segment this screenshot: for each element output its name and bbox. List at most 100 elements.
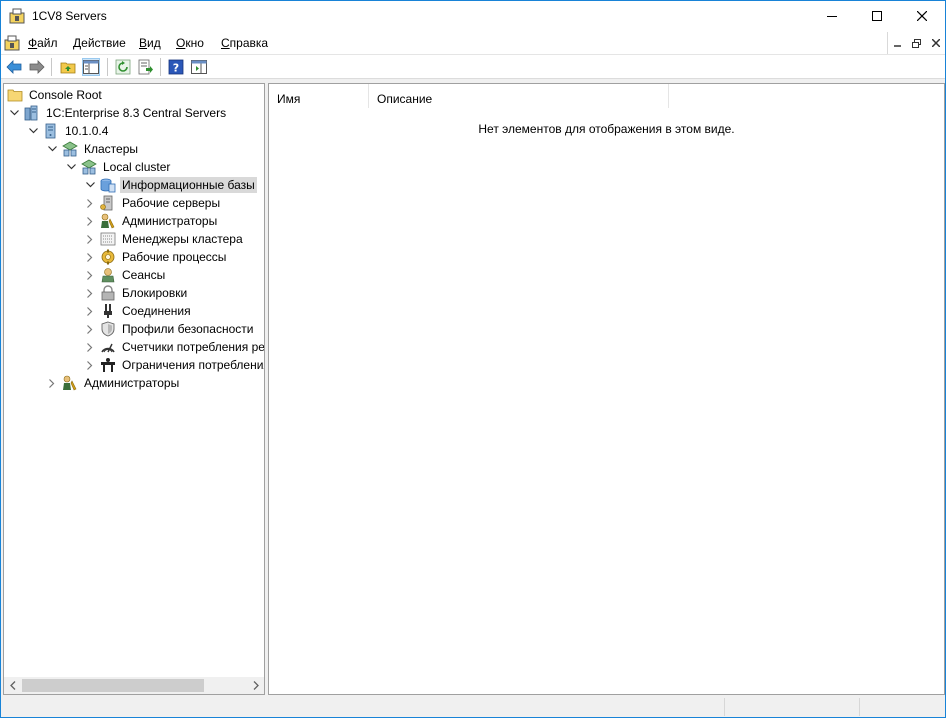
chevron-left-icon <box>9 681 15 690</box>
administrators-icon <box>101 213 115 229</box>
tree-node-working-servers[interactable]: Рабочие серверы <box>83 194 222 212</box>
back-button[interactable] <box>5 58 23 76</box>
mdi-close-button[interactable] <box>929 36 943 50</box>
console-icon[interactable] <box>4 35 20 51</box>
show-hide-tree-icon <box>83 60 99 74</box>
menu-file-label: айл <box>37 36 58 50</box>
cluster-managers-icon <box>100 232 116 246</box>
tree-label: Console Root <box>29 88 102 102</box>
tree-node-sessions[interactable]: Сеансы <box>83 266 167 284</box>
tree-node-administrators[interactable]: Администраторы <box>83 212 219 230</box>
action-pane-button[interactable] <box>190 58 208 76</box>
close-icon <box>917 11 927 21</box>
collapsed-chevron-icon[interactable] <box>83 304 97 318</box>
gauge-icon <box>101 343 115 353</box>
tree-node-connections[interactable]: Соединения <box>83 302 193 320</box>
collapsed-chevron-icon[interactable] <box>83 196 97 210</box>
menu-window[interactable]: Окно <box>176 36 204 50</box>
menu-help[interactable]: Справка <box>221 36 268 50</box>
tree-node-resource-limits[interactable]: Ограничения потребления ресурсов <box>83 356 265 374</box>
tree-node-working-processes[interactable]: Рабочие процессы <box>83 248 228 266</box>
restore-icon <box>912 38 921 48</box>
expanded-chevron-icon[interactable] <box>64 160 78 174</box>
tree-label: Менеджеры кластера <box>122 232 243 246</box>
maximize-button[interactable] <box>854 1 900 31</box>
tree-label: Профили безопасности <box>122 322 254 336</box>
refresh-icon <box>115 59 131 75</box>
app-icon <box>9 8 25 24</box>
title-bar: 1CV8 Servers <box>1 1 945 31</box>
collapsed-chevron-icon[interactable] <box>83 286 97 300</box>
close-icon <box>931 39 940 47</box>
tree-node-console-root[interactable]: Console Root <box>7 86 104 104</box>
close-button[interactable] <box>899 1 945 31</box>
connections-icon <box>104 304 112 318</box>
tree-node-server-administrators[interactable]: Администраторы <box>45 374 181 392</box>
minimize-button[interactable] <box>809 1 855 31</box>
expanded-chevron-icon[interactable] <box>26 124 40 138</box>
tree-label: Кластеры <box>84 142 138 156</box>
up-folder-icon <box>60 62 76 74</box>
tree-node-local-cluster[interactable]: Local cluster <box>64 158 172 176</box>
up-level-button[interactable] <box>59 58 77 76</box>
toolbar-separator <box>160 58 161 76</box>
export-list-button[interactable] <box>137 58 155 76</box>
column-name-header[interactable]: Имя <box>269 84 369 108</box>
collapsed-chevron-icon[interactable] <box>83 340 97 354</box>
tree-node-cluster-managers[interactable]: Менеджеры кластера <box>83 230 245 248</box>
show-hide-tree-button[interactable] <box>82 58 100 76</box>
status-cell <box>724 698 859 716</box>
help-button[interactable]: ? <box>167 58 185 76</box>
expanded-chevron-icon[interactable] <box>7 106 21 120</box>
lock-icon <box>101 285 115 301</box>
collapsed-chevron-icon[interactable] <box>83 250 97 264</box>
menu-action[interactable]: Действие <box>73 36 126 50</box>
mdi-minimize-button[interactable] <box>891 36 905 50</box>
database-icon <box>100 178 116 193</box>
tree-node-security-profiles[interactable]: Профили безопасности <box>83 320 255 338</box>
menu-file[interactable]: Файл <box>28 36 58 50</box>
servers-icon <box>24 105 38 121</box>
tree-node-server[interactable]: 10.1.0.4 <box>26 122 110 140</box>
menu-view[interactable]: Вид <box>139 36 161 50</box>
mdi-restore-button[interactable] <box>910 36 924 50</box>
tree-label: Счетчики потребления ресурсов <box>122 340 265 354</box>
mdi-controls <box>887 32 945 54</box>
scroll-thumb[interactable] <box>22 679 204 692</box>
tree-node-central-servers[interactable]: 1C:Enterprise 8.3 Central Servers <box>7 104 228 122</box>
expanded-chevron-icon[interactable] <box>45 142 59 156</box>
collapsed-chevron-icon[interactable] <box>83 358 97 372</box>
tree-node-locks[interactable]: Блокировки <box>83 284 189 302</box>
expanded-chevron-icon[interactable] <box>83 178 97 192</box>
collapsed-chevron-icon[interactable] <box>83 214 97 228</box>
tree-node-resource-counters[interactable]: Счетчики потребления ресурсов <box>83 338 265 356</box>
column-description-header[interactable]: Описание <box>369 84 669 108</box>
tree-label: Администраторы <box>84 376 180 390</box>
chevron-right-icon <box>253 681 259 690</box>
toolbar-separator <box>107 58 108 76</box>
back-icon <box>6 60 22 74</box>
collapsed-chevron-icon[interactable] <box>83 268 97 282</box>
refresh-button[interactable] <box>114 58 132 76</box>
tree-pane[interactable]: Console Root 1C:Enterprise 8.3 Central S… <box>3 83 265 695</box>
tree-node-infobases[interactable]: Информационные базы <box>83 176 257 194</box>
status-cell <box>859 698 945 716</box>
administrators-icon <box>63 375 77 391</box>
tree-node-clusters[interactable]: Кластеры <box>45 140 140 158</box>
forward-icon <box>29 60 45 74</box>
toolbar: ? <box>1 55 945 79</box>
tree-label: Рабочие серверы <box>122 196 221 210</box>
scroll-left-button[interactable] <box>4 677 21 694</box>
collapsed-chevron-icon[interactable] <box>83 232 97 246</box>
tree-label: Ограничения потребления ресурсов <box>122 358 265 372</box>
scroll-right-button[interactable] <box>247 677 264 694</box>
empty-list-message: Нет элементов для отображения в этом вид… <box>478 122 735 136</box>
forward-button[interactable] <box>28 58 46 76</box>
collapsed-chevron-icon[interactable] <box>83 322 97 336</box>
menu-window-mnemonic: О <box>176 36 186 50</box>
menu-help-mnemonic: С <box>221 36 230 50</box>
collapsed-chevron-icon[interactable] <box>45 376 59 390</box>
results-pane[interactable]: Имя Описание Нет элементов для отображен… <box>268 83 945 695</box>
tree-horizontal-scrollbar[interactable] <box>4 677 264 694</box>
menu-file-mnemonic: Ф <box>28 36 38 50</box>
